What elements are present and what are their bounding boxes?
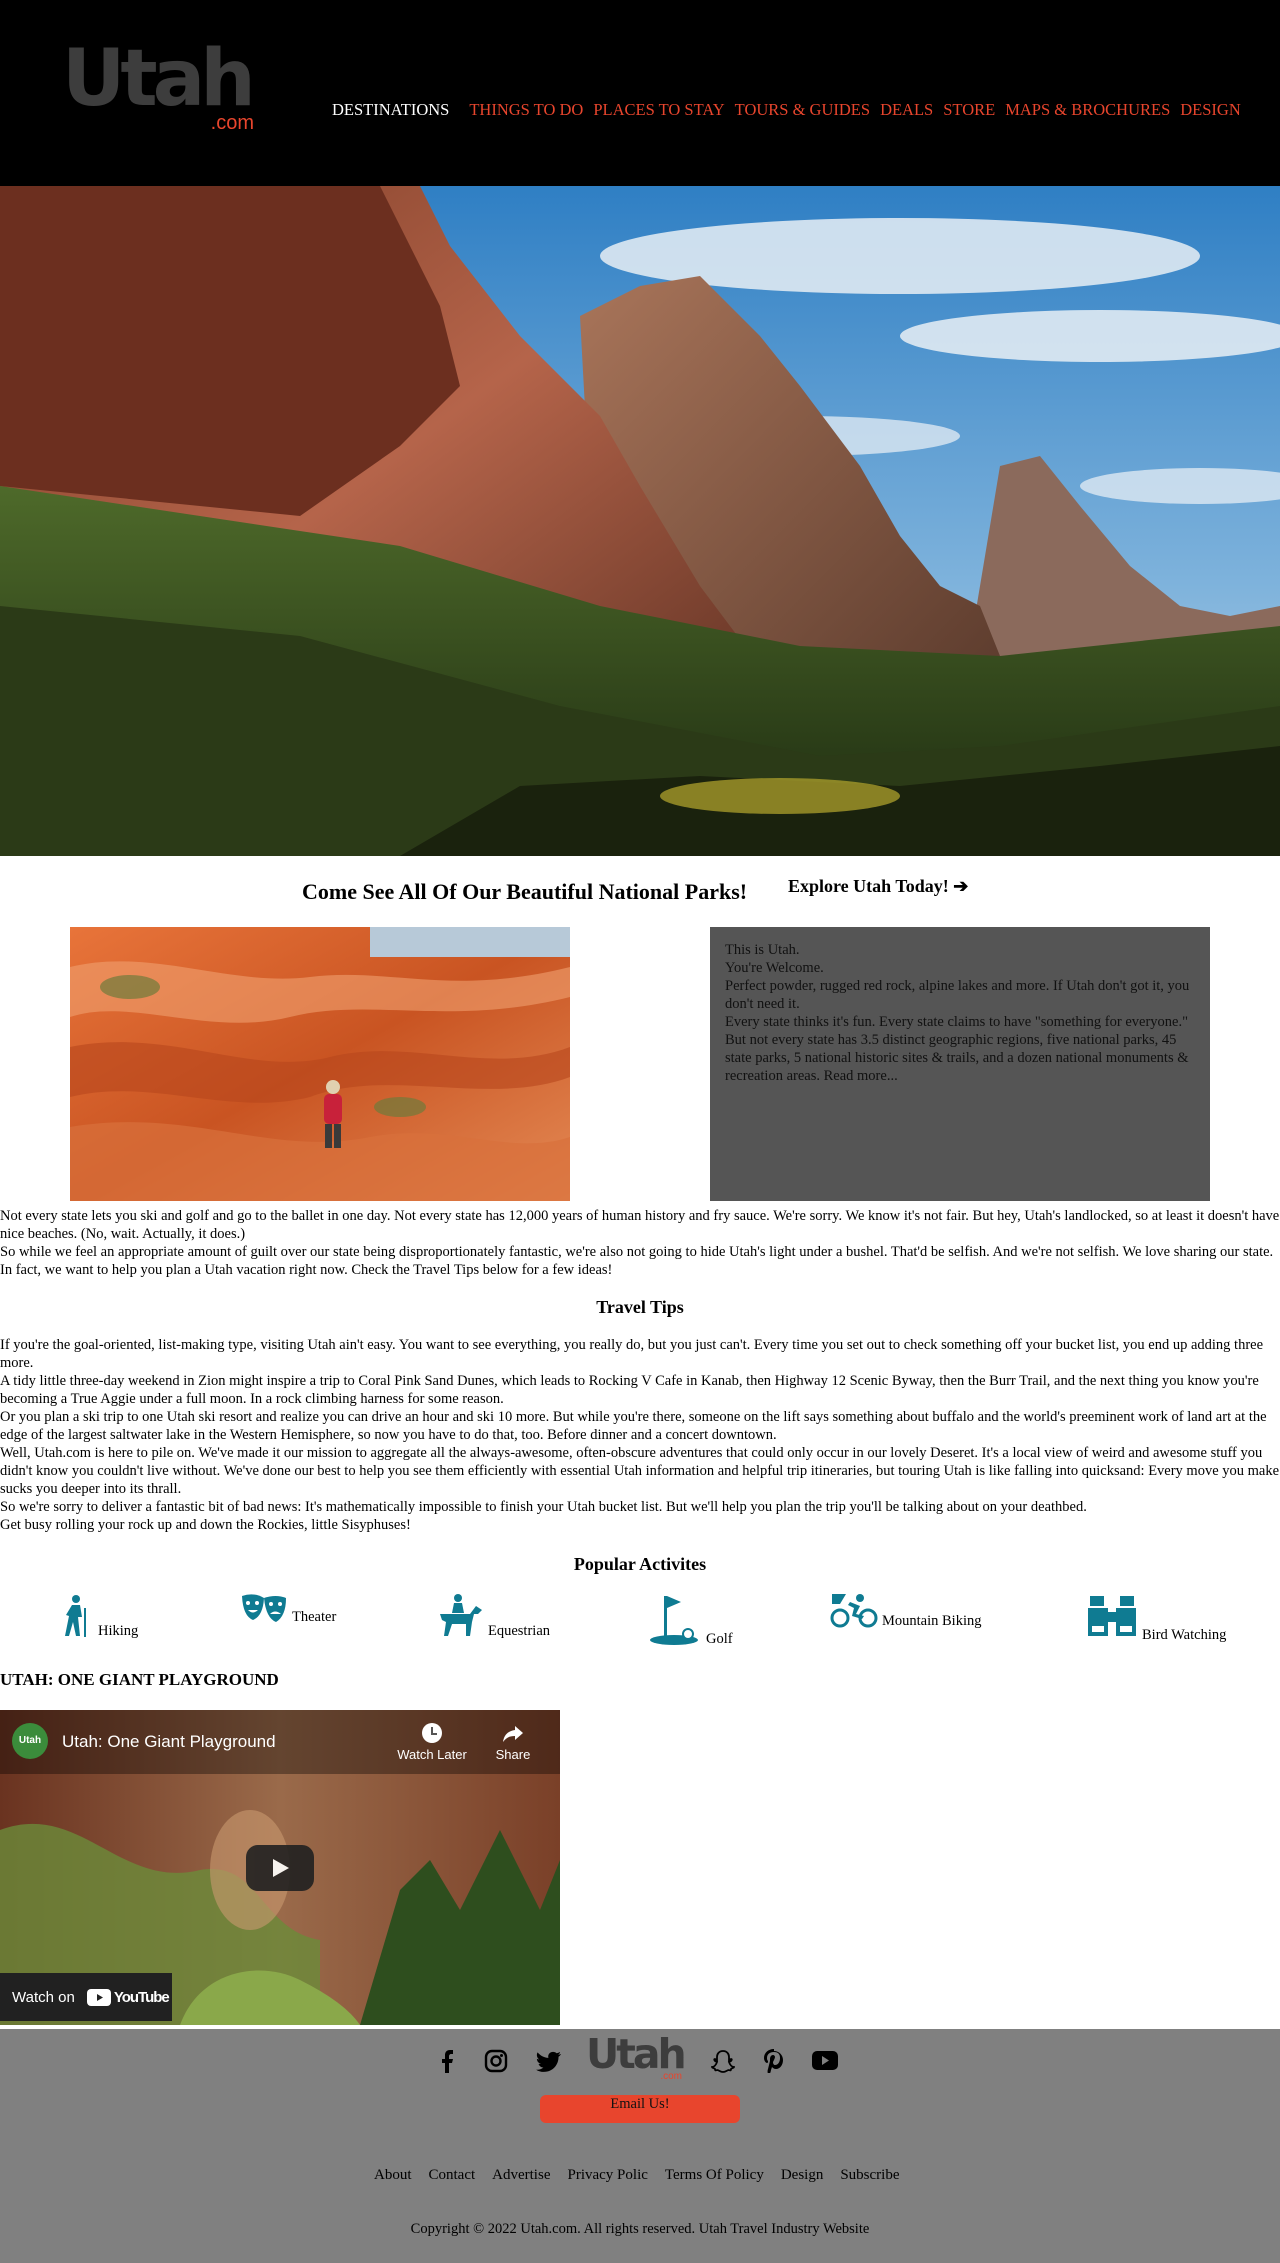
copyright-text: Copyright © 2022 Utah.com. All rights re… (410, 2221, 870, 2237)
footer-link-contact[interactable]: Contact (429, 2167, 493, 2184)
footer-link-design[interactable]: Design (781, 2167, 841, 2184)
snapchat-icon[interactable] (711, 2049, 735, 2073)
activity-label: Theater (292, 1609, 337, 1625)
intro-title: Come See All Of Our Beautiful National P… (302, 879, 748, 904)
welcome-panel: This is Utah. You're Welcome. Perfect po… (710, 927, 1210, 1201)
watch-later-label: Watch Later (397, 1747, 467, 1762)
arrow-right-icon: ➔ (953, 876, 969, 896)
explore-link[interactable]: Explore Utah Today! ➔ (788, 876, 968, 897)
site-header: Utah .com DESTINATIONS THINGS TO DO PLAC… (0, 0, 1280, 186)
youtube-video[interactable]: Utah Utah: One Giant Playground Watch La… (0, 1710, 560, 2025)
footer-logo[interactable]: Utah .com (586, 2034, 687, 2082)
footer-link-about[interactable]: About (374, 2167, 429, 2184)
panel-line: This is Utah. (725, 942, 800, 958)
mountain-bike-icon (830, 1594, 878, 1628)
site-footer: Utah .com Email Us! About Contact Advert… (0, 2029, 1280, 2263)
twitter-icon[interactable] (535, 2051, 561, 2073)
tips-paragraph: Get busy rolling your rock up and down t… (0, 1517, 411, 1533)
nav-places-to-stay[interactable]: PLACES TO STAY (593, 100, 724, 120)
intro-paragraph: Not every state lets you ski and golf an… (0, 1208, 1280, 1242)
youtube-logo-icon (86, 1988, 111, 2006)
clock-icon (422, 1723, 442, 1743)
activity-theater[interactable]: Theater (240, 1594, 337, 1625)
activity-label: Mountain Biking (882, 1613, 982, 1629)
channel-avatar[interactable]: Utah (12, 1723, 48, 1759)
footer-link-subscribe[interactable]: Subscribe (840, 2167, 916, 2184)
play-button[interactable] (246, 1845, 314, 1891)
main-nav: DESTINATIONS THINGS TO DO PLACES TO STAY… (332, 100, 1251, 120)
footer-link-advertise[interactable]: Advertise (492, 2167, 567, 2184)
tips-paragraph: If you're the goal-oriented, list-making… (0, 1337, 1264, 1371)
footer-logo-wordmark: Utah (586, 2030, 687, 2078)
logo-wordmark: Utah (62, 34, 256, 124)
activity-mountain-biking[interactable]: Mountain Biking (830, 1594, 982, 1629)
panel-line: You're Welcome. (725, 960, 824, 976)
panel-line: Perfect powder, rugged red rock, alpine … (725, 978, 1190, 1012)
pinterest-icon[interactable] (764, 2049, 784, 2073)
activity-golf[interactable]: Golf (650, 1594, 733, 1647)
watch-on-youtube-button[interactable]: Watch on YouTube (0, 1973, 172, 2021)
nav-design[interactable]: DESIGN (1180, 100, 1241, 120)
activity-hiking[interactable]: Hiking (56, 1594, 139, 1639)
share-icon (503, 1726, 523, 1742)
nav-maps-brochures[interactable]: MAPS & BROCHURES (1005, 100, 1170, 120)
play-icon (273, 1859, 289, 1877)
youtube-icon[interactable] (812, 2051, 838, 2070)
footer-link-terms[interactable]: Terms Of Policy (665, 2167, 781, 2184)
golf-flag-icon (650, 1596, 698, 1645)
travel-tips-text: If you're the goal-oriented, list-making… (0, 1336, 1280, 1534)
travel-tips-heading: Travel Tips (596, 1297, 684, 1317)
activities-heading: Popular Activites (573, 1554, 707, 1574)
nav-store[interactable]: STORE (943, 100, 995, 120)
explore-label: Explore Utah Today! (788, 876, 949, 896)
footer-link-privacy[interactable]: Privacy Polic (567, 2167, 664, 2184)
share-label: Share (495, 1747, 531, 1762)
facebook-icon[interactable] (440, 2049, 454, 2073)
binoculars-icon (1088, 1596, 1136, 1636)
hiker-icon (65, 1595, 86, 1637)
tips-paragraph: A tidy little three-day weekend in Zion … (0, 1373, 1259, 1407)
nav-tours-guides[interactable]: TOURS & GUIDES (735, 100, 870, 120)
nav-deals[interactable]: DEALS (880, 100, 933, 120)
canyon-hiker-photo (70, 927, 570, 1201)
tips-paragraph: Well, Utah.com is here to pile on. We've… (0, 1445, 1280, 1497)
site-logo[interactable]: Utah .com (62, 40, 256, 134)
hero-image (0, 186, 1280, 856)
intro-text: Not every state lets you ski and golf an… (0, 1207, 1280, 1279)
watch-later-button[interactable]: Watch Later (396, 1722, 468, 1762)
activity-label: Bird Watching (1142, 1627, 1227, 1643)
footer-links: About Contact Advertise Privacy Polic Te… (374, 2167, 917, 2184)
youtube-label: YouTube (113, 1988, 170, 2006)
watch-on-label: Watch on (12, 1988, 75, 2006)
activity-label: Equestrian (488, 1623, 551, 1639)
intro-paragraph: So while we feel an appropriate amount o… (0, 1244, 1274, 1278)
activity-equestrian[interactable]: Equestrian (436, 1594, 551, 1639)
theater-masks-icon (242, 1594, 286, 1622)
horse-rider-icon (440, 1594, 482, 1636)
instagram-icon[interactable] (484, 2049, 508, 2073)
nav-destinations[interactable]: DESTINATIONS (332, 100, 449, 120)
activity-label: Hiking (98, 1623, 139, 1639)
logo-suffix: .com (210, 112, 254, 134)
tips-paragraph: Or you plan a ski trip to one Utah ski r… (0, 1409, 1267, 1443)
activity-bird-watching[interactable]: Bird Watching (1086, 1594, 1227, 1643)
tips-paragraph: So we're sorry to deliver a fantastic bi… (0, 1499, 1087, 1515)
email-us-button[interactable]: Email Us! (540, 2095, 740, 2123)
playground-heading: UTAH: ONE GIANT PLAYGROUND (0, 1670, 279, 1689)
video-title[interactable]: Utah: One Giant Playground (62, 1732, 276, 1752)
panel-line: Every state thinks it's fun. Every state… (725, 1014, 1189, 1084)
nav-things-to-do[interactable]: THINGS TO DO (469, 100, 583, 120)
share-button[interactable]: Share (490, 1722, 536, 1762)
activity-label: Golf (706, 1631, 733, 1647)
footer-logo-suffix: .com (660, 2071, 682, 2082)
